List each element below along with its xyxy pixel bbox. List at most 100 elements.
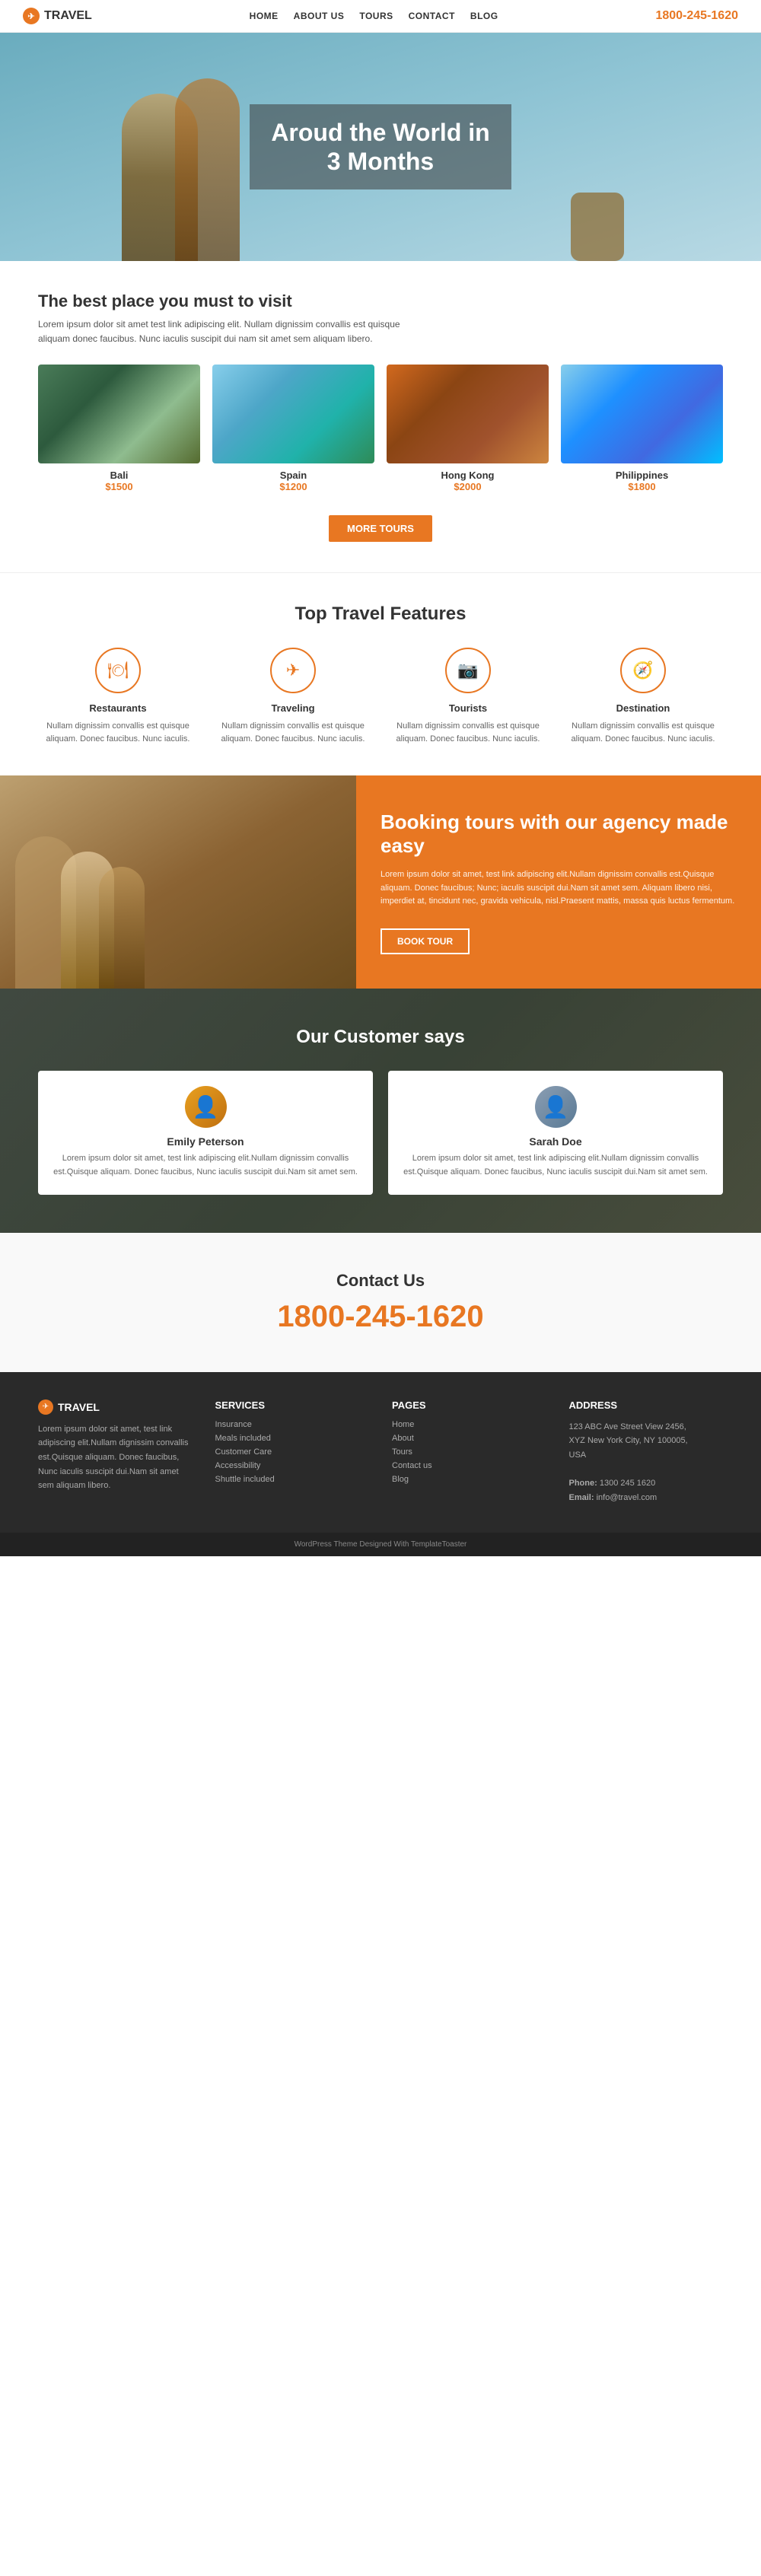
- nav-tours[interactable]: TOURS: [359, 11, 393, 21]
- feature-tourists: 📷 Tourists Nullam dignissim convallis es…: [388, 648, 548, 745]
- nav-home[interactable]: HOME: [250, 11, 279, 21]
- footer-accessibility[interactable]: Accessibility: [215, 1461, 370, 1470]
- footer-address-line1: 123 ABC Ave Street View 2456,: [569, 1422, 686, 1431]
- features-grid: 🍽 Restaurants Nullam dignissim convallis…: [38, 648, 723, 745]
- footer-meals[interactable]: Meals included: [215, 1434, 370, 1443]
- footer-logo: ✈ TRAVEL: [38, 1399, 193, 1415]
- dest-spain: Spain $1200: [212, 365, 374, 492]
- emily-avatar-icon: 👤: [193, 1094, 219, 1119]
- traveling-desc: Nullam dignissim convallis est quisque a…: [221, 720, 365, 745]
- philippines-price: $1800: [561, 481, 723, 492]
- booking-image: [0, 775, 356, 989]
- destination-name: Destination: [571, 702, 715, 714]
- footer-customer-care[interactable]: Customer Care: [215, 1447, 370, 1457]
- nav-about[interactable]: ABOUT US: [294, 11, 345, 21]
- hero-title: Aroud the World in 3 Months: [271, 118, 489, 177]
- booking-desc: Lorem ipsum dolor sit amet, test link ad…: [380, 868, 737, 909]
- person-figure2: [99, 867, 145, 989]
- nav-blog[interactable]: BLOG: [470, 11, 498, 21]
- footer-page-blog[interactable]: Blog: [392, 1475, 546, 1484]
- emily-name: Emily Peterson: [53, 1135, 358, 1148]
- contact-phone: 1800-245-1620: [38, 1300, 723, 1334]
- feature-restaurants: 🍽 Restaurants Nullam dignissim convallis…: [38, 648, 198, 745]
- sarah-avatar: 👤: [535, 1086, 577, 1128]
- restaurants-name: Restaurants: [46, 702, 190, 714]
- testimonial-emily: 👤 Emily Peterson Lorem ipsum dolor sit a…: [38, 1071, 373, 1194]
- footer-email-value: info@travel.com: [597, 1493, 658, 1502]
- footer-page-contact[interactable]: Contact us: [392, 1461, 546, 1470]
- footer-logo-text: TRAVEL: [58, 1401, 100, 1413]
- footer-address-title: ADDRESS: [569, 1399, 724, 1411]
- testimonials-grid: 👤 Emily Peterson Lorem ipsum dolor sit a…: [38, 1071, 723, 1194]
- contact-title: Contact Us: [38, 1271, 723, 1291]
- bali-name: Bali: [38, 470, 200, 481]
- contact-section: Contact Us 1800-245-1620: [0, 1233, 761, 1372]
- booking-section: Booking tours with our agency made easy …: [0, 775, 761, 989]
- logo: ✈ TRAVEL: [23, 8, 92, 24]
- philippines-name: Philippines: [561, 470, 723, 481]
- tourists-icon: 📷: [445, 648, 491, 693]
- footer-address-line2: XYZ New York City, NY 100005,: [569, 1436, 688, 1445]
- bali-image: [38, 365, 200, 463]
- hongkong-price: $2000: [387, 481, 549, 492]
- footer-bottom: WordPress Theme Designed With TemplateTo…: [0, 1533, 761, 1556]
- restaurants-icon: 🍽: [95, 648, 141, 693]
- footer-pages: PAGES Home About Tours Contact us Blog: [392, 1399, 546, 1505]
- footer-services: SERVICES Insurance Meals included Custom…: [215, 1399, 370, 1505]
- hero-section: Aroud the World in 3 Months: [0, 33, 761, 261]
- testimonials-title: Our Customer says: [38, 1027, 723, 1048]
- spain-image: [212, 365, 374, 463]
- footer-page-about[interactable]: About: [392, 1434, 546, 1443]
- footer-phone-value: 1300 245 1620: [600, 1479, 655, 1488]
- footer-pages-title: PAGES: [392, 1399, 546, 1411]
- tourists-name: Tourists: [396, 702, 540, 714]
- best-place-section: The best place you must to visit Lorem i…: [0, 261, 761, 572]
- footer-address-lines: 123 ABC Ave Street View 2456, XYZ New Yo…: [569, 1420, 724, 1505]
- book-tour-wrap: BOOK TOUR: [380, 921, 737, 954]
- tourists-desc: Nullam dignissim convallis est quisque a…: [396, 720, 540, 745]
- bali-price: $1500: [38, 481, 200, 492]
- footer-page-home[interactable]: Home: [392, 1420, 546, 1429]
- hongkong-name: Hong Kong: [387, 470, 549, 481]
- emily-text: Lorem ipsum dolor sit amet, test link ad…: [53, 1152, 358, 1179]
- book-tour-button[interactable]: BOOK TOUR: [380, 928, 470, 954]
- footer-about-text: Lorem ipsum dolor sit amet, test link ad…: [38, 1422, 193, 1493]
- philippines-image: [561, 365, 723, 463]
- footer-address: ADDRESS 123 ABC Ave Street View 2456, XY…: [569, 1399, 724, 1505]
- footer: ✈ TRAVEL Lorem ipsum dolor sit amet, tes…: [0, 1372, 761, 1533]
- feature-destination: 🧭 Destination Nullam dignissim convallis…: [563, 648, 723, 745]
- footer-bottom-text: WordPress Theme Designed With TemplateTo…: [295, 1540, 467, 1549]
- nav-contact[interactable]: CONTACT: [409, 11, 455, 21]
- footer-page-tours[interactable]: Tours: [392, 1447, 546, 1457]
- header-phone: 1800-245-1620: [655, 9, 738, 23]
- dest-bali: Bali $1500: [38, 365, 200, 492]
- destinations-grid: Bali $1500 Spain $1200 Hong Kong $2000 P…: [38, 365, 723, 492]
- testimonial-sarah: 👤 Sarah Doe Lorem ipsum dolor sit amet, …: [388, 1071, 723, 1194]
- features-section: Top Travel Features 🍽 Restaurants Nullam…: [0, 573, 761, 775]
- footer-insurance[interactable]: Insurance: [215, 1420, 370, 1429]
- more-tours-button[interactable]: MORE TOURS: [329, 515, 432, 542]
- logo-icon: ✈: [23, 8, 40, 24]
- best-place-title: The best place you must to visit: [38, 291, 723, 311]
- best-place-desc: Lorem ipsum dolor sit amet test link adi…: [38, 317, 419, 346]
- footer-email-label: Email:: [569, 1493, 594, 1502]
- booking-content: Booking tours with our agency made easy …: [356, 775, 761, 989]
- footer-phone-label: Phone:: [569, 1479, 597, 1488]
- footer-shuttle[interactable]: Shuttle included: [215, 1475, 370, 1484]
- footer-logo-icon: ✈: [38, 1399, 53, 1415]
- header: ✈ TRAVEL HOME ABOUT US TOURS CONTACT BLO…: [0, 0, 761, 33]
- dest-philippines: Philippines $1800: [561, 365, 723, 492]
- spain-price: $1200: [212, 481, 374, 492]
- booking-title: Booking tours with our agency made easy: [380, 810, 737, 858]
- destination-icon: 🧭: [620, 648, 666, 693]
- sarah-avatar-icon: 👤: [543, 1094, 569, 1119]
- restaurants-desc: Nullam dignissim convallis est quisque a…: [46, 720, 190, 745]
- testimonials-section: Our Customer says 👤 Emily Peterson Lorem…: [0, 989, 761, 1232]
- nav: HOME ABOUT US TOURS CONTACT BLOG: [250, 11, 498, 21]
- feature-traveling: ✈ Traveling Nullam dignissim convallis e…: [213, 648, 373, 745]
- more-tours-wrap: MORE TOURS: [38, 508, 723, 542]
- logo-text: TRAVEL: [44, 9, 92, 23]
- traveling-icon: ✈: [270, 648, 316, 693]
- footer-services-title: SERVICES: [215, 1399, 370, 1411]
- destination-desc: Nullam dignissim convallis est quisque a…: [571, 720, 715, 745]
